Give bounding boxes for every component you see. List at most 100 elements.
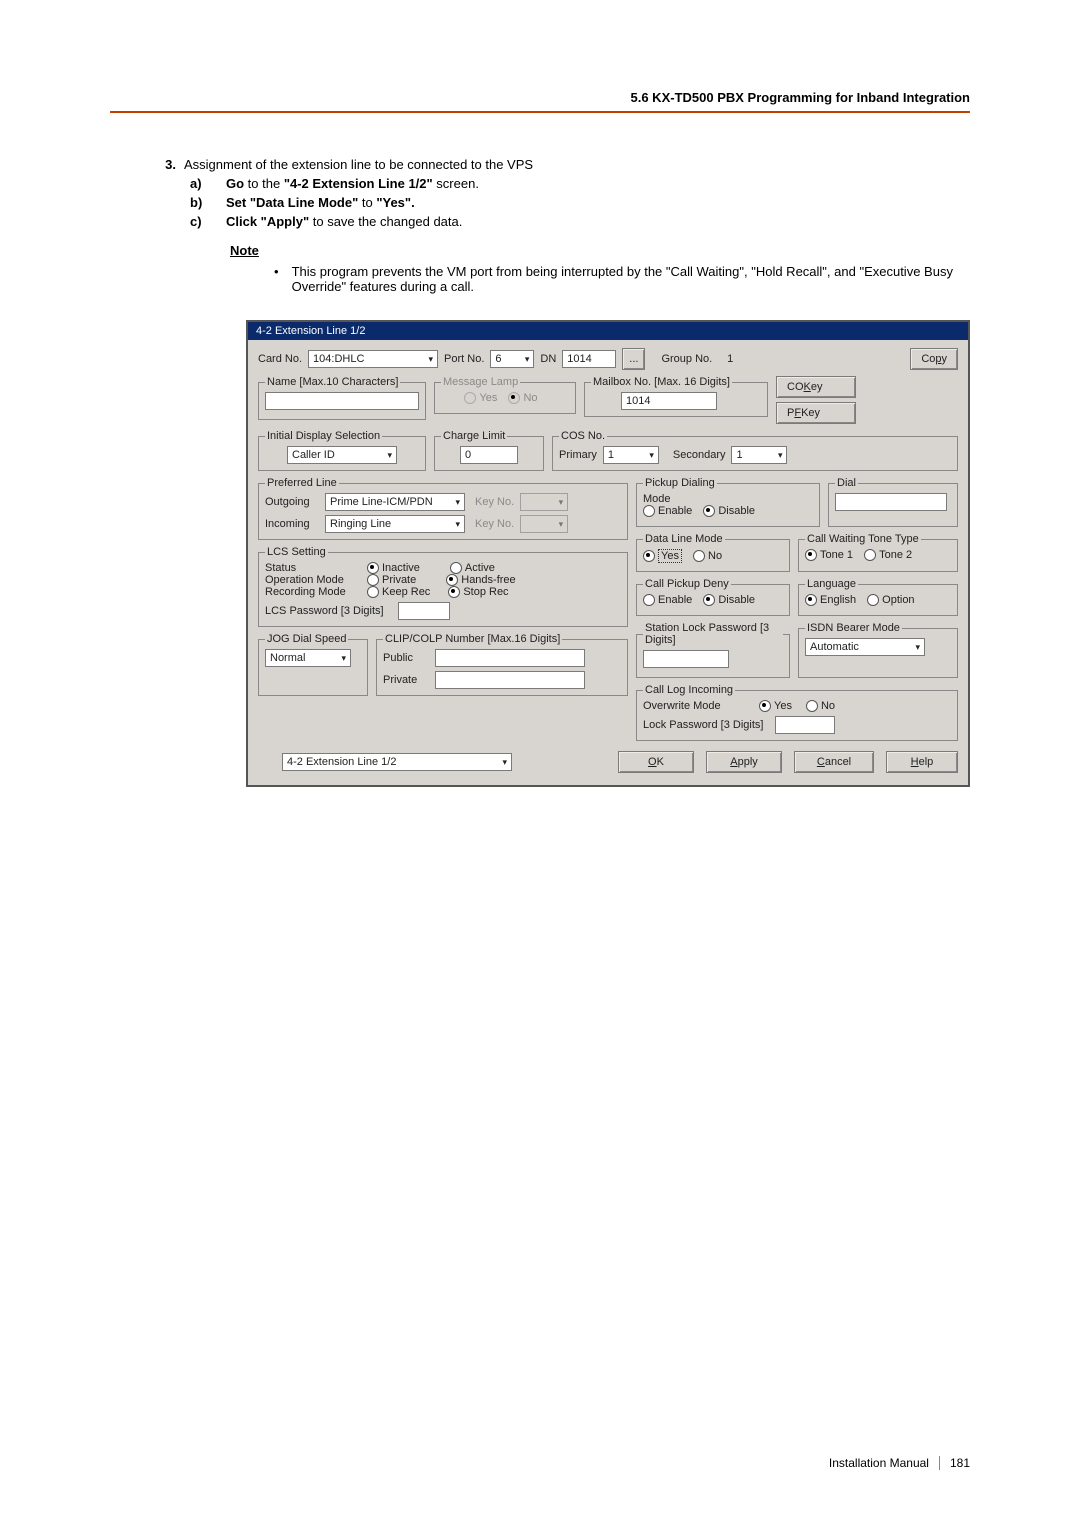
caret-icon: ▾: [429, 354, 434, 365]
charge-input[interactable]: 0: [460, 446, 518, 464]
incoming-keyno-dropdown: ▾: [520, 515, 568, 533]
keyno-label-2: Key No.: [475, 518, 514, 530]
cpd-disable-radio[interactable]: Disable: [703, 594, 755, 606]
clip-public-label: Public: [383, 652, 429, 664]
page-footer: Installation Manual181: [829, 1456, 970, 1470]
apply-button[interactable]: Apply: [706, 751, 782, 773]
ids-dropdown[interactable]: Caller ID▾: [287, 446, 397, 464]
mailbox-input[interactable]: 1014: [621, 392, 717, 410]
substep-a-letter: a): [184, 176, 226, 191]
name-legend: Name [Max.10 Characters]: [265, 376, 400, 388]
msglamp-yes-radio: Yes: [464, 392, 497, 404]
outgoing-keyno-dropdown: ▾: [520, 493, 568, 511]
lcs-pass-label: LCS Password [3 Digits]: [265, 605, 384, 617]
slp-input[interactable]: [643, 650, 729, 668]
jog-legend: JOG Dial Speed: [265, 633, 348, 645]
groupno-value: 1: [718, 353, 742, 365]
isdn-legend: ISDN Bearer Mode: [805, 622, 902, 634]
caret-icon: ▾: [455, 497, 460, 508]
caret-icon: ▾: [778, 450, 783, 461]
lcs-active-radio[interactable]: Active: [450, 562, 495, 574]
keyno-label: Key No.: [475, 496, 514, 508]
ok-button[interactable]: OK: [618, 751, 694, 773]
caret-icon: ▾: [915, 642, 920, 653]
cli-lockpass-label: Lock Password [3 Digits]: [643, 719, 763, 731]
cwt-tone2-radio[interactable]: Tone 2: [864, 549, 912, 561]
dataline-no-radio[interactable]: No: [693, 550, 722, 562]
note-text: This program prevents the VM port from b…: [292, 264, 970, 294]
cli-no-radio[interactable]: No: [806, 700, 835, 712]
copy-button[interactable]: Copy: [910, 348, 958, 370]
lcs-stoprec-radio[interactable]: Stop Rec: [448, 586, 508, 598]
cli-yes-radio[interactable]: Yes: [759, 700, 792, 712]
cos-primary-label: Primary: [559, 449, 597, 461]
jog-dropdown[interactable]: Normal▾: [265, 649, 351, 667]
portno-dropdown[interactable]: 6▾: [490, 350, 534, 368]
pickup-mode-label: Mode: [643, 493, 677, 505]
lcs-inactive-radio[interactable]: Inactive: [367, 562, 420, 574]
slp-legend: Station Lock Password [3 Digits]: [643, 622, 783, 646]
dn-label: DN: [540, 353, 556, 365]
step-text: Assignment of the extension line to be c…: [184, 157, 970, 172]
lang-option-radio[interactable]: Option: [867, 594, 914, 606]
name-input[interactable]: [265, 392, 419, 410]
caret-icon: ▾: [341, 653, 346, 664]
step-number: 3.: [158, 157, 184, 787]
clip-public-input[interactable]: [435, 649, 585, 667]
help-button[interactable]: Help: [886, 751, 958, 773]
dn-browse-button[interactable]: ...: [622, 348, 645, 370]
cancel-button[interactable]: Cancel: [794, 751, 874, 773]
pf-key-button[interactable]: PF Key: [776, 402, 856, 424]
clip-private-input[interactable]: [435, 671, 585, 689]
caret-icon: ▾: [649, 450, 654, 461]
lcs-pass-input[interactable]: [398, 602, 450, 620]
cardno-label: Card No.: [258, 353, 302, 365]
header-rule: [110, 111, 970, 113]
cos-primary-dropdown[interactable]: 1▾: [603, 446, 659, 464]
caret-icon: ▾: [559, 497, 564, 508]
pickup-enable-radio[interactable]: Enable: [643, 505, 692, 517]
outgoing-dropdown[interactable]: Prime Line-ICM/PDN▾: [325, 493, 465, 511]
cli-legend: Call Log Incoming: [643, 684, 735, 696]
dialog-window: 4-2 Extension Line 1/2 Card No. 104:DHLC…: [246, 320, 970, 787]
preferred-line-legend: Preferred Line: [265, 477, 339, 489]
caret-icon: ▾: [559, 519, 564, 530]
pickup-legend: Pickup Dialing: [643, 477, 717, 489]
msglamp-no-radio: No: [508, 392, 537, 404]
cos-secondary-label: Secondary: [673, 449, 726, 461]
lcs-opmode-label: Operation Mode: [265, 574, 361, 586]
screen-select-dropdown[interactable]: 4-2 Extension Line 1/2▾: [282, 753, 512, 771]
cpd-enable-radio[interactable]: Enable: [643, 594, 692, 606]
cpd-legend: Call Pickup Deny: [643, 578, 731, 590]
cli-lockpass-input[interactable]: [775, 716, 835, 734]
isdn-dropdown[interactable]: Automatic▾: [805, 638, 925, 656]
charge-legend: Charge Limit: [441, 430, 507, 442]
co-key-button[interactable]: CO Key: [776, 376, 856, 398]
clip-legend: CLIP/COLP Number [Max.16 Digits]: [383, 633, 562, 645]
lcs-handsfree-radio[interactable]: Hands-free: [446, 574, 515, 586]
cos-legend: COS No.: [559, 430, 607, 442]
section-header: 5.6 KX-TD500 PBX Programming for Inband …: [110, 90, 970, 105]
cos-secondary-dropdown[interactable]: 1▾: [731, 446, 787, 464]
dn-input[interactable]: 1014: [562, 350, 616, 368]
incoming-dropdown[interactable]: Ringing Line▾: [325, 515, 465, 533]
lang-english-radio[interactable]: English: [805, 594, 856, 606]
ids-legend: Initial Display Selection: [265, 430, 382, 442]
caret-icon: ▾: [502, 757, 507, 768]
lcs-private-radio[interactable]: Private: [367, 574, 416, 586]
mailbox-legend: Mailbox No. [Max. 16 Digits]: [591, 376, 732, 388]
cardno-dropdown[interactable]: 104:DHLC▾: [308, 350, 438, 368]
cwt-tone1-radio[interactable]: Tone 1: [805, 549, 853, 561]
caret-icon: ▾: [525, 354, 530, 365]
lang-legend: Language: [805, 578, 858, 590]
window-titlebar: 4-2 Extension Line 1/2: [248, 322, 968, 340]
groupno-label: Group No.: [661, 353, 712, 365]
note-label: Note: [230, 243, 259, 258]
pickup-disable-radio[interactable]: Disable: [703, 505, 755, 517]
dataline-legend: Data Line Mode: [643, 533, 725, 545]
cli-overwrite-label: Overwrite Mode: [643, 700, 753, 712]
dataline-yes-radio[interactable]: Yes: [643, 549, 682, 563]
dial-input[interactable]: [835, 493, 947, 511]
lcs-recmode-label: Recording Mode: [265, 586, 361, 598]
lcs-keeprec-radio[interactable]: Keep Rec: [367, 586, 430, 598]
